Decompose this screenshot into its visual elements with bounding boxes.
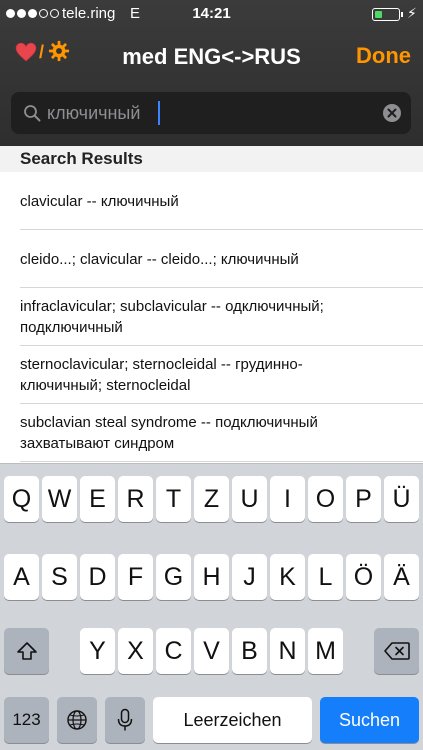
top-bar: tele.ring E 14:21 ⚡ / med ENG<->RUS Done… [0, 0, 423, 146]
key-o-umlaut[interactable]: Ö [346, 554, 381, 600]
key-n[interactable]: N [270, 628, 305, 674]
result-line: clavicular -- ключичный [20, 192, 179, 210]
globe-icon [67, 710, 87, 730]
result-line: sternoclavicular; sternocleidal -- груди… [20, 356, 303, 373]
numbers-key[interactable]: 123 [4, 697, 49, 743]
key-v[interactable]: V [194, 628, 229, 674]
battery-icon [372, 8, 400, 21]
navigation-bar: / med ENG<->RUS Done [0, 30, 423, 88]
result-row[interactable]: cleido...; clavicular -- cleido...; ключ… [0, 230, 423, 288]
key-l[interactable]: L [308, 554, 343, 600]
key-r[interactable]: R [118, 476, 153, 522]
key-i[interactable]: I [270, 476, 305, 522]
key-u-umlaut[interactable]: Ü [384, 476, 419, 522]
clear-search-icon[interactable] [382, 103, 402, 123]
key-x[interactable]: X [118, 628, 153, 674]
delete-icon [383, 642, 410, 660]
keyboard: Q W E R T Z U I O P Ü A S D F G H J K L … [0, 463, 423, 750]
delete-key[interactable] [374, 628, 419, 674]
search-input[interactable] [47, 98, 367, 128]
key-u[interactable]: U [232, 476, 267, 522]
key-q[interactable]: Q [4, 476, 39, 522]
battery-tip [401, 12, 403, 17]
key-e[interactable]: E [80, 476, 115, 522]
result-row[interactable]: subclavian steal syndrome -- подключичны… [0, 404, 423, 462]
search-bar[interactable] [11, 92, 411, 134]
key-s[interactable]: S [42, 554, 77, 600]
shift-key[interactable] [4, 628, 49, 674]
battery-level-fill [375, 11, 382, 18]
result-text: cleido...; clavicular -- cleido...; ключ… [20, 249, 299, 270]
key-y[interactable]: Y [80, 628, 115, 674]
result-line: ключичный; sternocleidal [20, 377, 191, 394]
search-icon [24, 105, 41, 122]
key-h[interactable]: H [194, 554, 229, 600]
key-p[interactable]: P [346, 476, 381, 522]
result-row[interactable]: sternoclavicular; sternocleidal -- груди… [0, 346, 423, 404]
search-key[interactable]: Suchen [320, 697, 419, 743]
key-c[interactable]: C [156, 628, 191, 674]
result-line: cleido...; clavicular -- cleido...; ключ… [20, 250, 299, 268]
key-m[interactable]: M [308, 628, 343, 674]
result-row[interactable]: clavicular -- ключичный [0, 172, 423, 230]
key-g[interactable]: G [156, 554, 191, 600]
result-row[interactable]: infraclavicular; subclavicular -- одключ… [0, 288, 423, 346]
text-cursor [158, 101, 160, 125]
key-f[interactable]: F [118, 554, 153, 600]
key-w[interactable]: W [42, 476, 77, 522]
result-line: захватывают синдром [20, 435, 175, 452]
row-divider [20, 461, 423, 462]
key-a[interactable]: A [4, 554, 39, 600]
key-k[interactable]: K [270, 554, 305, 600]
key-j[interactable]: J [232, 554, 267, 600]
result-line: infraclavicular; subclavicular -- одключ… [20, 298, 324, 315]
result-text: clavicular -- ключичный [20, 191, 179, 212]
shift-icon [16, 642, 37, 660]
key-o[interactable]: O [308, 476, 343, 522]
key-z[interactable]: Z [194, 476, 229, 522]
status-time: 14:21 [192, 5, 231, 22]
result-line: подключичный [20, 319, 123, 336]
result-text: sternoclavicular; sternocleidal -- груди… [20, 354, 303, 396]
microphone-key[interactable] [105, 697, 145, 743]
globe-key[interactable] [57, 697, 97, 743]
result-line: subclavian steal syndrome -- подключичны… [20, 414, 318, 431]
status-bar: tele.ring E 14:21 ⚡ [0, 0, 423, 30]
result-text: infraclavicular; subclavicular -- одключ… [20, 296, 324, 338]
key-b[interactable]: B [232, 628, 267, 674]
space-key[interactable]: Leerzeichen [153, 697, 312, 743]
key-a-umlaut[interactable]: Ä [384, 554, 419, 600]
key-t[interactable]: T [156, 476, 191, 522]
key-d[interactable]: D [80, 554, 115, 600]
search-results-header: Search Results [0, 146, 423, 172]
microphone-icon [117, 708, 133, 731]
result-text: subclavian steal syndrome -- подключичны… [20, 412, 318, 454]
done-button[interactable]: Done [356, 43, 411, 69]
charging-icon: ⚡ [407, 5, 417, 21]
